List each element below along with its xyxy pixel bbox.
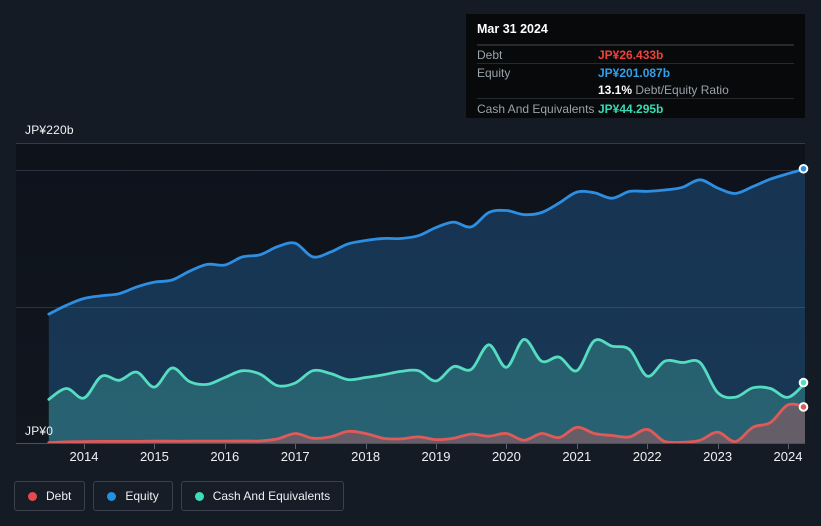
y-axis-label-max: JP¥220b — [25, 123, 74, 137]
chart-tooltip: Mar 31 2024 Debt JP¥26.433b Equity JP¥20… — [466, 14, 805, 118]
legend-item-debt[interactable]: Debt — [14, 481, 86, 511]
tooltip-cash-label: Cash And Equivalents — [477, 102, 595, 116]
legend-equity-label: Equity — [125, 489, 159, 503]
tooltip-ratio-value: 13.1% — [598, 82, 633, 97]
legend-debt-label: Debt — [46, 489, 72, 503]
x-tick-label-2020: 2020 — [492, 449, 521, 464]
x-tick-label-2019: 2019 — [422, 449, 451, 464]
x-tick-label-2023: 2023 — [703, 449, 732, 464]
tooltip-row-ratio: 13.1% Debt/Equity Ratio — [477, 81, 794, 98]
x-tick-label-2021: 2021 — [562, 449, 591, 464]
debt-swatch-icon — [28, 491, 37, 501]
tooltip-debt-label: Debt — [477, 47, 503, 62]
debt-equity-history-chart-panel: 2014 2015 2016 2017 2018 2019 2020 2021 2022 2023… — [0, 0, 821, 526]
x-tick-label-2016: 2016 — [210, 449, 239, 464]
tooltip-cash-value: JP¥44.295b — [598, 102, 664, 116]
x-tick-label-2015: 2015 — [140, 449, 169, 464]
x-tick-label-2022: 2022 — [633, 449, 662, 464]
y-axis-label-zero: JP¥0 — [25, 424, 54, 438]
tooltip-equity-label: Equity — [477, 65, 511, 80]
equity-endpoint-marker — [798, 163, 809, 174]
debt-endpoint-marker — [798, 402, 809, 412]
x-tick-label-2024: 2024 — [774, 449, 803, 464]
tooltip-row-equity: Equity JP¥201.087b — [477, 63, 794, 81]
x-tick-label-2018: 2018 — [351, 449, 380, 464]
legend-cash-label: Cash And Equivalents — [212, 489, 331, 503]
tooltip-debt-value: JP¥26.433b — [598, 47, 664, 62]
cash-swatch-icon — [194, 491, 204, 501]
tooltip-date: Mar 31 2024 — [477, 14, 794, 45]
legend-item-equity[interactable]: Equity — [93, 481, 173, 511]
tooltip-row-cash: Cash And Equivalents JP¥44.295b — [477, 98, 794, 119]
x-tick-label-2014: 2014 — [70, 449, 99, 464]
cash-endpoint-marker — [798, 377, 809, 388]
tooltip-row-debt: Debt JP¥26.433b — [477, 45, 794, 63]
legend-item-cash[interactable]: Cash And Equivalents — [180, 481, 345, 511]
tooltip-ratio-label: Debt/Equity Ratio — [635, 82, 729, 97]
tooltip-equity-value: JP¥201.087b — [598, 65, 671, 80]
equity-swatch-icon — [107, 491, 117, 501]
chart-legend: Debt Equity Cash And Equivalents — [14, 481, 345, 511]
x-tick-label-2017: 2017 — [281, 449, 310, 464]
